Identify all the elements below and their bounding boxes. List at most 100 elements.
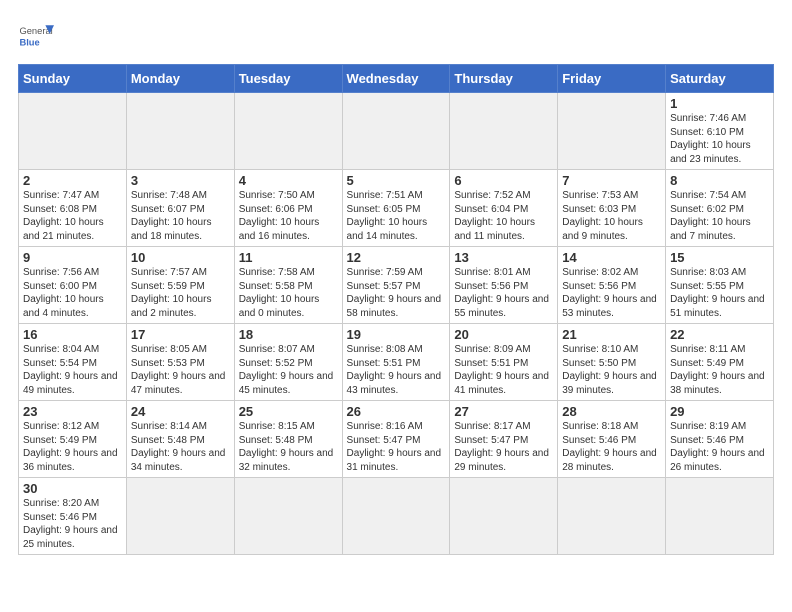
day-number: 19 [347,327,446,342]
calendar-cell [126,93,234,170]
logo: General Blue [18,18,54,54]
day-number: 28 [562,404,661,419]
day-number: 20 [454,327,553,342]
calendar-cell: 23Sunrise: 8:12 AM Sunset: 5:49 PM Dayli… [19,401,127,478]
calendar-cell: 9Sunrise: 7:56 AM Sunset: 6:00 PM Daylig… [19,247,127,324]
generalblue-logo-icon: General Blue [18,18,54,54]
day-info: Sunrise: 8:16 AM Sunset: 5:47 PM Dayligh… [347,420,446,474]
day-number: 4 [239,173,338,188]
calendar-cell: 26Sunrise: 8:16 AM Sunset: 5:47 PM Dayli… [342,401,450,478]
day-number: 2 [23,173,122,188]
day-info: Sunrise: 7:56 AM Sunset: 6:00 PM Dayligh… [23,266,122,320]
calendar-cell: 4Sunrise: 7:50 AM Sunset: 6:06 PM Daylig… [234,170,342,247]
day-number: 11 [239,250,338,265]
weekday-header-friday: Friday [558,65,666,93]
calendar-cell: 12Sunrise: 7:59 AM Sunset: 5:57 PM Dayli… [342,247,450,324]
day-info: Sunrise: 8:04 AM Sunset: 5:54 PM Dayligh… [23,343,122,397]
calendar-cell: 22Sunrise: 8:11 AM Sunset: 5:49 PM Dayli… [666,324,774,401]
day-info: Sunrise: 7:48 AM Sunset: 6:07 PM Dayligh… [131,189,230,243]
day-info: Sunrise: 8:10 AM Sunset: 5:50 PM Dayligh… [562,343,661,397]
day-number: 1 [670,96,769,111]
calendar-cell: 24Sunrise: 8:14 AM Sunset: 5:48 PM Dayli… [126,401,234,478]
calendar-row-0: 1Sunrise: 7:46 AM Sunset: 6:10 PM Daylig… [19,93,774,170]
calendar-row-4: 23Sunrise: 8:12 AM Sunset: 5:49 PM Dayli… [19,401,774,478]
day-info: Sunrise: 8:05 AM Sunset: 5:53 PM Dayligh… [131,343,230,397]
calendar-cell [234,93,342,170]
weekday-header-row: SundayMondayTuesdayWednesdayThursdayFrid… [19,65,774,93]
calendar-cell: 15Sunrise: 8:03 AM Sunset: 5:55 PM Dayli… [666,247,774,324]
day-info: Sunrise: 8:03 AM Sunset: 5:55 PM Dayligh… [670,266,769,320]
day-number: 10 [131,250,230,265]
day-info: Sunrise: 8:12 AM Sunset: 5:49 PM Dayligh… [23,420,122,474]
calendar-cell [450,478,558,555]
calendar-cell: 25Sunrise: 8:15 AM Sunset: 5:48 PM Dayli… [234,401,342,478]
weekday-header-monday: Monday [126,65,234,93]
day-number: 13 [454,250,553,265]
day-info: Sunrise: 8:19 AM Sunset: 5:46 PM Dayligh… [670,420,769,474]
calendar-table: SundayMondayTuesdayWednesdayThursdayFrid… [18,64,774,555]
calendar-cell [234,478,342,555]
calendar-cell [666,478,774,555]
day-number: 21 [562,327,661,342]
day-info: Sunrise: 8:08 AM Sunset: 5:51 PM Dayligh… [347,343,446,397]
day-info: Sunrise: 7:57 AM Sunset: 5:59 PM Dayligh… [131,266,230,320]
calendar-cell: 6Sunrise: 7:52 AM Sunset: 6:04 PM Daylig… [450,170,558,247]
calendar-cell: 3Sunrise: 7:48 AM Sunset: 6:07 PM Daylig… [126,170,234,247]
day-number: 15 [670,250,769,265]
calendar-cell [558,478,666,555]
day-info: Sunrise: 8:11 AM Sunset: 5:49 PM Dayligh… [670,343,769,397]
calendar-cell [342,478,450,555]
day-number: 9 [23,250,122,265]
calendar-cell: 8Sunrise: 7:54 AM Sunset: 6:02 PM Daylig… [666,170,774,247]
calendar-cell: 1Sunrise: 7:46 AM Sunset: 6:10 PM Daylig… [666,93,774,170]
calendar-cell [19,93,127,170]
day-number: 8 [670,173,769,188]
day-info: Sunrise: 7:52 AM Sunset: 6:04 PM Dayligh… [454,189,553,243]
day-info: Sunrise: 8:20 AM Sunset: 5:46 PM Dayligh… [23,497,122,551]
day-number: 30 [23,481,122,496]
calendar-row-5: 30Sunrise: 8:20 AM Sunset: 5:46 PM Dayli… [19,478,774,555]
calendar-cell: 2Sunrise: 7:47 AM Sunset: 6:08 PM Daylig… [19,170,127,247]
day-number: 29 [670,404,769,419]
calendar-cell: 7Sunrise: 7:53 AM Sunset: 6:03 PM Daylig… [558,170,666,247]
calendar-cell [342,93,450,170]
weekday-header-saturday: Saturday [666,65,774,93]
day-number: 6 [454,173,553,188]
day-number: 25 [239,404,338,419]
day-info: Sunrise: 7:59 AM Sunset: 5:57 PM Dayligh… [347,266,446,320]
calendar-cell: 27Sunrise: 8:17 AM Sunset: 5:47 PM Dayli… [450,401,558,478]
calendar-cell: 17Sunrise: 8:05 AM Sunset: 5:53 PM Dayli… [126,324,234,401]
calendar-cell: 16Sunrise: 8:04 AM Sunset: 5:54 PM Dayli… [19,324,127,401]
day-info: Sunrise: 8:17 AM Sunset: 5:47 PM Dayligh… [454,420,553,474]
day-number: 18 [239,327,338,342]
day-number: 16 [23,327,122,342]
day-number: 7 [562,173,661,188]
calendar-cell: 20Sunrise: 8:09 AM Sunset: 5:51 PM Dayli… [450,324,558,401]
day-info: Sunrise: 8:14 AM Sunset: 5:48 PM Dayligh… [131,420,230,474]
day-number: 3 [131,173,230,188]
day-info: Sunrise: 7:51 AM Sunset: 6:05 PM Dayligh… [347,189,446,243]
day-number: 22 [670,327,769,342]
day-info: Sunrise: 8:18 AM Sunset: 5:46 PM Dayligh… [562,420,661,474]
calendar-cell: 10Sunrise: 7:57 AM Sunset: 5:59 PM Dayli… [126,247,234,324]
calendar-row-2: 9Sunrise: 7:56 AM Sunset: 6:00 PM Daylig… [19,247,774,324]
weekday-header-sunday: Sunday [19,65,127,93]
day-info: Sunrise: 8:07 AM Sunset: 5:52 PM Dayligh… [239,343,338,397]
day-info: Sunrise: 7:58 AM Sunset: 5:58 PM Dayligh… [239,266,338,320]
calendar-row-1: 2Sunrise: 7:47 AM Sunset: 6:08 PM Daylig… [19,170,774,247]
calendar-cell: 29Sunrise: 8:19 AM Sunset: 5:46 PM Dayli… [666,401,774,478]
calendar-cell: 28Sunrise: 8:18 AM Sunset: 5:46 PM Dayli… [558,401,666,478]
weekday-header-wednesday: Wednesday [342,65,450,93]
svg-text:Blue: Blue [19,37,39,47]
day-info: Sunrise: 8:15 AM Sunset: 5:48 PM Dayligh… [239,420,338,474]
calendar-row-3: 16Sunrise: 8:04 AM Sunset: 5:54 PM Dayli… [19,324,774,401]
day-info: Sunrise: 8:09 AM Sunset: 5:51 PM Dayligh… [454,343,553,397]
day-number: 27 [454,404,553,419]
day-number: 23 [23,404,122,419]
calendar-cell [450,93,558,170]
page: General Blue SundayMondayTuesdayWednesda… [0,0,792,565]
calendar-cell: 18Sunrise: 8:07 AM Sunset: 5:52 PM Dayli… [234,324,342,401]
day-number: 26 [347,404,446,419]
calendar-cell: 13Sunrise: 8:01 AM Sunset: 5:56 PM Dayli… [450,247,558,324]
calendar-cell: 30Sunrise: 8:20 AM Sunset: 5:46 PM Dayli… [19,478,127,555]
